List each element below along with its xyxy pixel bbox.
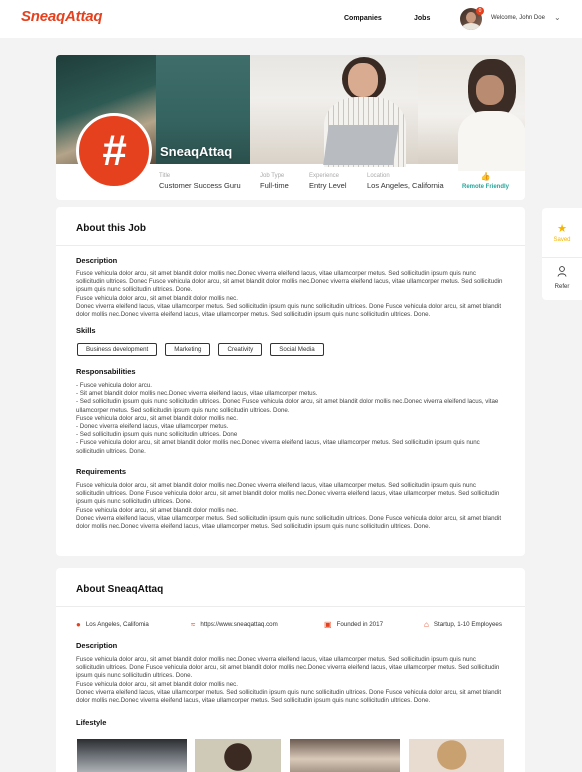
requirements-heading: Requirements — [76, 467, 127, 476]
meta-location: Location Los Angeles, California — [367, 173, 444, 190]
side-action-panel: ★ Saved Refer — [542, 208, 582, 300]
skill-tag[interactable]: Business development — [77, 343, 158, 356]
responsibilities-text: - Fusce vehicula dolor arcu. - Sit amet … — [76, 382, 499, 455]
save-button[interactable]: ★ Saved — [542, 222, 582, 243]
remote-friendly-badge: 👍 Remote Friendly — [462, 172, 509, 190]
fact-founded: ▣ Founded in 2017 — [324, 620, 383, 629]
job-header-card: # SneaqAttaq Title Customer Success Guru… — [56, 55, 525, 200]
lifestyle-photo[interactable] — [290, 739, 400, 772]
calendar-icon: ▣ — [324, 620, 332, 629]
about-company-card: About SneaqAttaq ● Los Angeles, Califomi… — [56, 568, 525, 772]
meta-value: Full-time — [260, 181, 289, 190]
company-logo: # — [76, 113, 152, 189]
skills-heading: Skills — [76, 326, 96, 335]
lifestyle-photo[interactable] — [195, 739, 281, 772]
nav-link-companies[interactable]: Companies — [344, 15, 382, 22]
refer-label: Refer — [554, 284, 570, 290]
responsibilities-heading: Responsabilities — [76, 367, 136, 376]
photo-face — [476, 75, 504, 105]
banner-photo-3 — [250, 55, 418, 167]
refer-button[interactable]: Refer — [542, 264, 582, 290]
remote-friendly-label: Remote Friendly — [462, 184, 510, 190]
fact-text[interactable]: https://www.sneaqattaq.com — [200, 621, 277, 628]
rss-icon: ≈ — [191, 620, 196, 629]
section-title: About SneaqAttaq — [76, 584, 164, 595]
skill-tag[interactable]: Social Media — [270, 343, 324, 356]
fact-text: Los Angeles, Califomia — [85, 621, 149, 628]
top-nav: SneaqAttaq Companies Jobs 0 Welcome, Joh… — [0, 0, 582, 38]
meta-job-type: Job Type Full-time — [260, 173, 289, 190]
chevron-down-icon[interactable]: ⌄ — [554, 13, 561, 22]
skill-tag[interactable]: Creativity — [218, 343, 263, 356]
save-label: Saved — [553, 237, 571, 243]
photo-face — [348, 63, 378, 97]
fact-website[interactable]: ≈ https://www.sneaqattaq.com — [191, 620, 278, 629]
fact-text: Founded in 2017 — [336, 621, 384, 628]
meta-label: Job Type — [260, 173, 285, 179]
fact-location: ● Los Angeles, Califomia — [76, 620, 149, 629]
site-logo[interactable]: SneaqAttaq — [21, 8, 103, 25]
avatar-face — [466, 12, 476, 23]
photo-laptop — [323, 125, 399, 165]
about-job-card: About this Job Description Fusce vehicul… — [56, 207, 525, 556]
requirements-text: Fusce vehicula dolor arcu, sit amet blan… — [76, 482, 502, 531]
divider — [542, 257, 582, 258]
meta-experience: Experience Entry Level — [309, 173, 347, 190]
meta-value: Entry Level — [309, 181, 347, 190]
notification-badge[interactable]: 0 — [476, 7, 484, 15]
photo-shirt — [458, 111, 525, 171]
skill-tag[interactable]: Marketing — [165, 343, 211, 356]
company-name[interactable]: SneaqAttaq — [160, 144, 232, 159]
building-icon: ⌂ — [424, 620, 429, 629]
meta-value: Customer Success Guru — [159, 181, 241, 190]
fact-text: Startup, 1-10 Employees — [433, 621, 502, 628]
lifestyle-heading: Lifestyle — [76, 718, 107, 727]
banner-photo-4 — [418, 55, 525, 171]
meta-value: Los Angeles, California — [367, 181, 444, 190]
meta-title: Title Customer Success Guru — [159, 173, 241, 190]
nav-link-jobs[interactable]: Jobs — [414, 15, 430, 22]
location-pin-icon: ● — [76, 620, 81, 629]
meta-label: Title — [159, 173, 171, 179]
job-description: Fusce vehicula dolor arcu, sit amet blan… — [76, 270, 503, 319]
user-icon — [557, 266, 567, 277]
company-description: Fusce vehicula dolor arcu, sit amet blan… — [76, 656, 502, 705]
divider — [56, 606, 525, 607]
lifestyle-photo[interactable] — [77, 739, 187, 772]
thumbs-up-icon: 👍 — [480, 172, 491, 181]
meta-label: Location — [367, 173, 390, 179]
section-title: About this Job — [76, 223, 146, 234]
company-logo-glyph: # — [101, 126, 127, 175]
divider — [56, 245, 525, 246]
lifestyle-photo[interactable] — [409, 739, 504, 772]
description-heading: Description — [76, 641, 118, 650]
welcome-text[interactable]: Welcome, John Doe — [491, 15, 545, 21]
star-icon: ★ — [557, 223, 567, 235]
description-heading: Description — [76, 256, 118, 265]
fact-company-size: ⌂ Startup, 1-10 Employees — [424, 620, 502, 629]
skills-list: Business development Marketing Creativit… — [77, 343, 324, 356]
avatar-body — [462, 23, 480, 30]
meta-label: Experience — [309, 173, 340, 179]
